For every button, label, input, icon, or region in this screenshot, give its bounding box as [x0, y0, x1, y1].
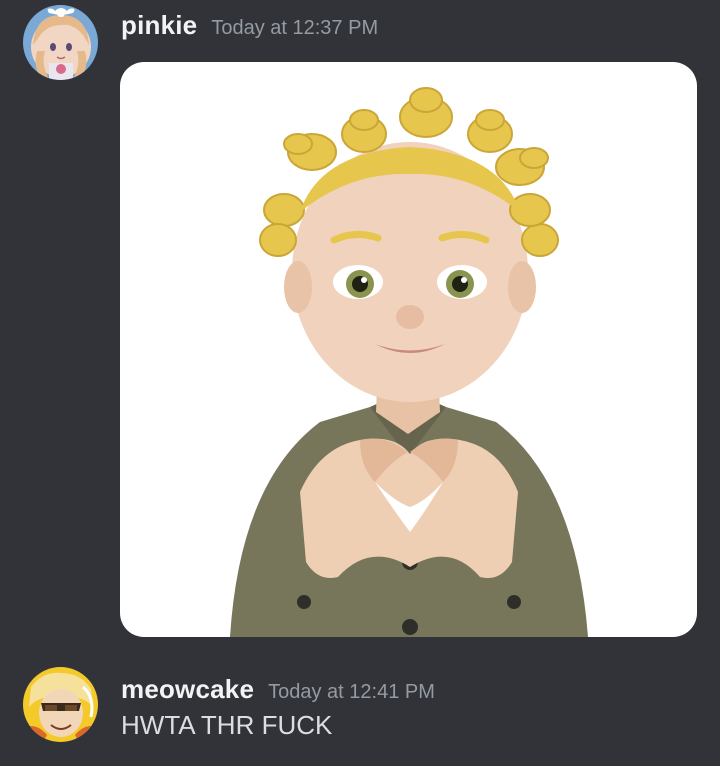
- message-item: meowcake Today at 12:41 PM HWTA THR FUCK: [0, 655, 720, 766]
- memoji-heart-hands-image: [230, 87, 588, 637]
- timestamp: Today at 12:37 PM: [211, 17, 379, 39]
- timestamp: Today at 12:41 PM: [268, 681, 435, 703]
- username[interactable]: meowcake: [121, 674, 254, 705]
- image-attachment[interactable]: [120, 62, 697, 637]
- user-avatar[interactable]: [23, 667, 98, 742]
- user-avatar[interactable]: [23, 5, 98, 80]
- username[interactable]: pinkie: [121, 10, 197, 41]
- chat-log: pinkie Today at 12:37 PM meowcake Today …: [0, 0, 720, 766]
- message-item: pinkie Today at 12:37 PM: [0, 0, 720, 650]
- message-content: HWTA THR FUCK: [121, 710, 333, 740]
- anime-girl-avatar-icon: [23, 5, 98, 80]
- message-header: meowcake Today at 12:41 PM: [121, 674, 435, 705]
- message-header: pinkie Today at 12:37 PM: [121, 10, 378, 41]
- cartoon-character-avatar-icon: [23, 667, 98, 742]
